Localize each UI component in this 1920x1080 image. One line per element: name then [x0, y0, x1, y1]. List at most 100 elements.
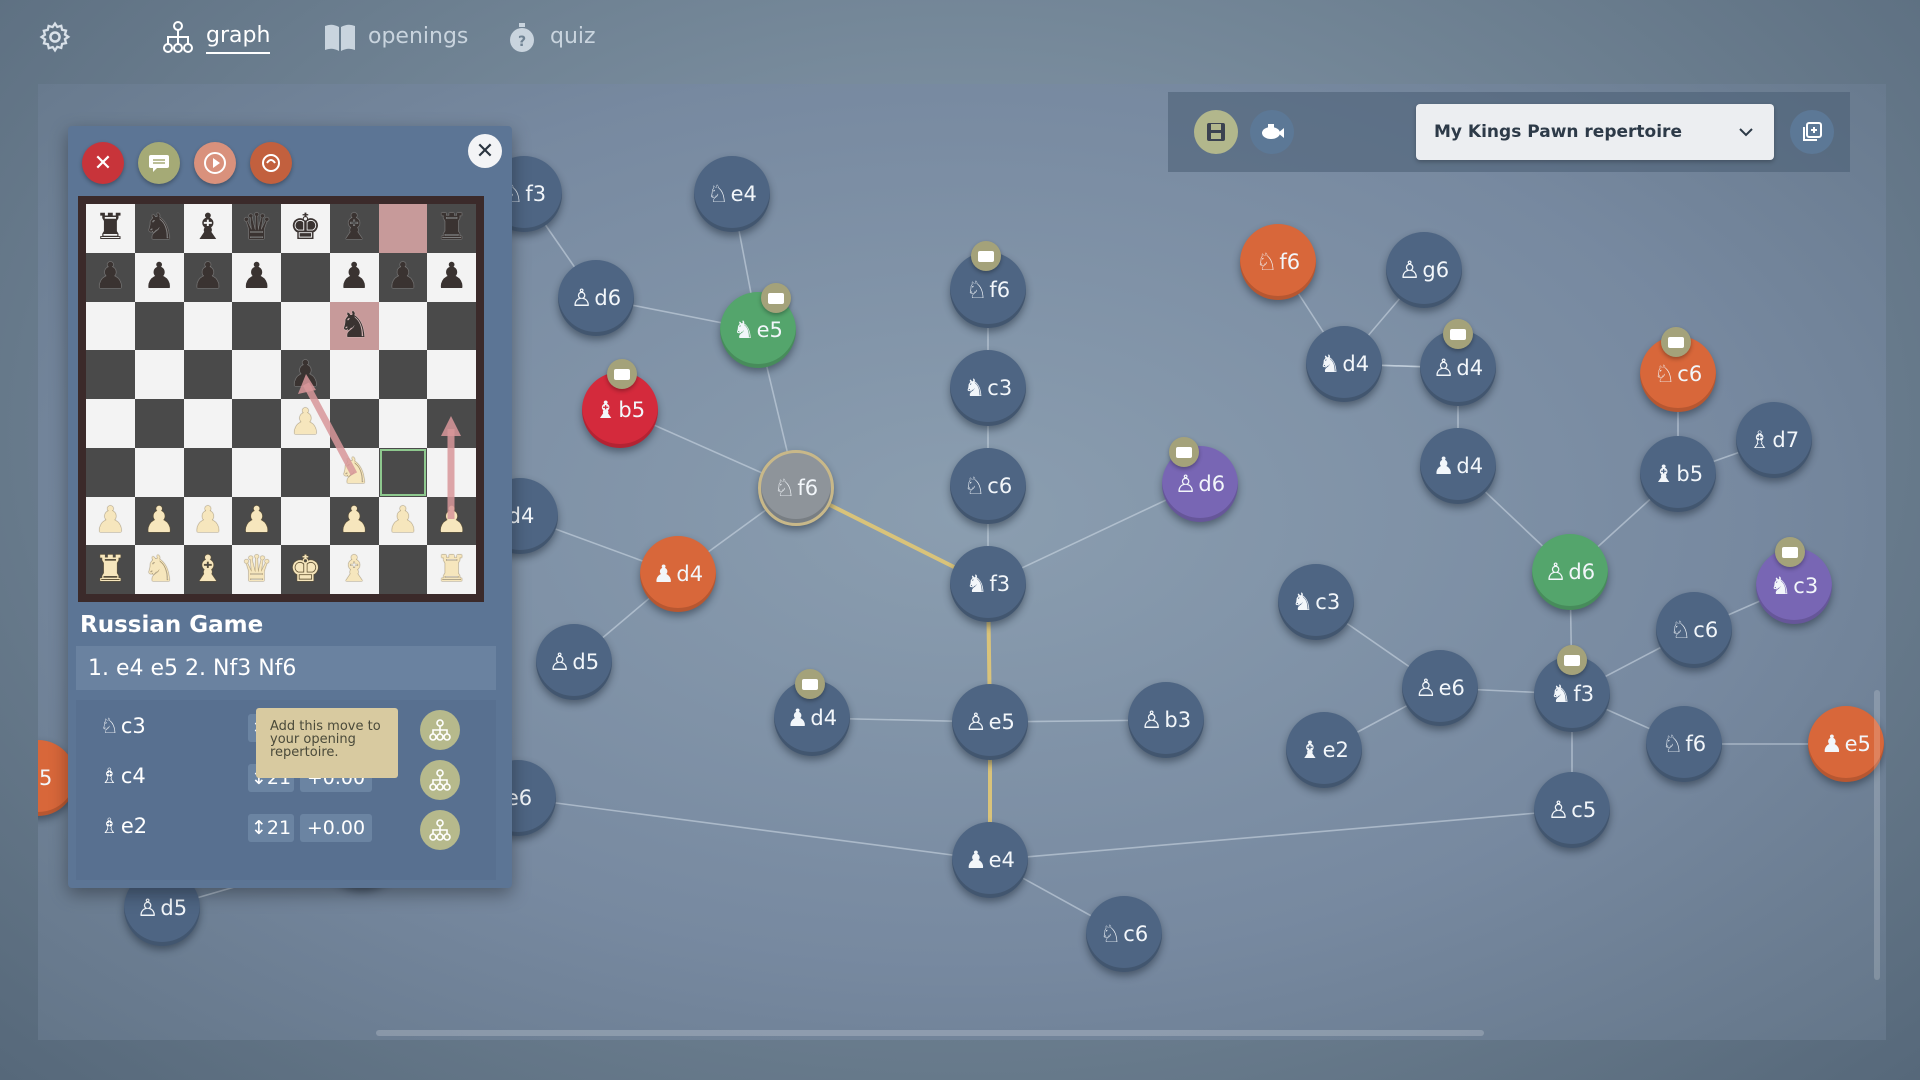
chess-piece[interactable]: ♚: [289, 551, 321, 588]
graph-node-d5[interactable]: ♙ d5: [536, 624, 612, 700]
chess-piece[interactable]: ♜: [94, 210, 126, 246]
chess-piece[interactable]: ♞: [143, 551, 175, 588]
horizontal-scrollbar[interactable]: [376, 1030, 1484, 1036]
board-square[interactable]: [329, 399, 379, 448]
comment-icon[interactable]: [1169, 437, 1199, 467]
board-square[interactable]: ♞: [134, 545, 184, 594]
graph-node-e2[interactable]: ♝ e2: [1286, 712, 1362, 788]
chess-piece[interactable]: ♞: [143, 210, 175, 246]
chess-board[interactable]: ♜ ♞ ♝ ♛ ♚ ♝ ♜ ♟ ♟ ♟ ♟ ♟ ♟ ♟ ♞ ♟ ♟ ♞ ♟ ♟ ♟ ♟ ♟ ♟ ♟ ♜ ♞ ♝ ♛ ♚ ♝ ♜: [86, 204, 476, 594]
candidate-move[interactable]: ♘ c3: [100, 714, 146, 738]
chess-piece[interactable]: ♝: [338, 551, 370, 588]
board-square[interactable]: ♟: [427, 252, 476, 302]
candidate-move-row[interactable]: ♗ e2 ↕21 +0.00: [76, 806, 496, 852]
graph-node-d7[interactable]: ♗ d7: [1736, 402, 1812, 478]
board-square[interactable]: ♚: [281, 545, 330, 594]
add-to-repertoire-button[interactable]: [420, 710, 460, 750]
chess-piece[interactable]: ♟: [192, 502, 224, 539]
board-square[interactable]: [427, 447, 476, 497]
board-square[interactable]: [281, 252, 330, 302]
repertoire-select[interactable]: My Kings Pawn repertoire: [1416, 104, 1774, 160]
chess-piece[interactable]: ♜: [435, 551, 467, 588]
board-square[interactable]: ♛: [232, 204, 281, 253]
board-square[interactable]: [378, 545, 428, 594]
board-square[interactable]: [378, 350, 428, 399]
board-square[interactable]: [183, 447, 233, 497]
board-square[interactable]: [86, 399, 135, 448]
comment-icon[interactable]: [1661, 327, 1691, 357]
board-square[interactable]: [232, 350, 281, 399]
board-square[interactable]: ♟: [329, 252, 379, 302]
graph-node-d4[interactable]: ♟ d4: [1420, 428, 1496, 504]
graph-node-c6[interactable]: ♘ c6: [1656, 592, 1732, 668]
chess-piece[interactable]: ♟: [240, 259, 272, 295]
add-to-repertoire-button[interactable]: [420, 810, 460, 850]
board-square[interactable]: ♟: [86, 496, 135, 546]
panel-close-button[interactable]: ✕: [468, 134, 502, 168]
chess-piece[interactable]: ♛: [240, 551, 272, 588]
chess-piece[interactable]: ♟: [240, 502, 272, 539]
chess-piece[interactable]: ♟: [289, 405, 321, 441]
settings-button[interactable]: [38, 20, 72, 54]
board-square[interactable]: ♟: [232, 252, 281, 302]
analysis-button[interactable]: [250, 142, 292, 184]
chess-piece[interactable]: ♚: [289, 210, 321, 246]
board-square[interactable]: [378, 399, 428, 448]
chess-piece[interactable]: ♝: [338, 210, 370, 246]
chess-piece[interactable]: ♜: [94, 551, 126, 588]
board-square[interactable]: ♟: [378, 496, 428, 546]
graph-node-c5[interactable]: ♙ c5: [1534, 772, 1610, 848]
board-square[interactable]: ♞: [329, 301, 379, 351]
board-square[interactable]: ♟: [183, 496, 233, 546]
board-square[interactable]: [232, 301, 281, 351]
board-square[interactable]: ♝: [329, 204, 379, 253]
play-button[interactable]: [194, 142, 236, 184]
tab-openings[interactable]: openings: [322, 20, 468, 56]
board-square[interactable]: [134, 350, 184, 399]
board-square[interactable]: [86, 350, 135, 399]
board-square[interactable]: ♟: [134, 496, 184, 546]
board-square[interactable]: ♜: [86, 204, 135, 253]
board-square[interactable]: ♞: [329, 447, 379, 497]
tab-graph[interactable]: graph: [160, 20, 271, 56]
graph-node-e6[interactable]: ♙ e6: [1402, 650, 1478, 726]
chess-piece[interactable]: ♞: [338, 454, 370, 490]
add-to-repertoire-button[interactable]: [420, 760, 460, 800]
board-square[interactable]: [232, 399, 281, 448]
board-square[interactable]: ♟: [232, 496, 281, 546]
board-square[interactable]: [86, 447, 135, 497]
board-square[interactable]: ♞: [134, 204, 184, 253]
board-square[interactable]: [378, 447, 428, 497]
graph-node-d6[interactable]: ♙ d6: [558, 260, 634, 336]
board-square[interactable]: ♟: [378, 252, 428, 302]
chess-piece[interactable]: ♟: [289, 356, 321, 393]
chess-piece[interactable]: ♜: [435, 210, 467, 246]
graph-node-d4[interactable]: ♟ d4: [640, 536, 716, 612]
graph-node-c6[interactable]: ♘ c6: [1086, 896, 1162, 972]
graph-node-b3[interactable]: ♙ b3: [1128, 682, 1204, 758]
board-square[interactable]: [378, 204, 428, 253]
chess-piece[interactable]: ♟: [387, 502, 419, 539]
board-square[interactable]: [232, 447, 281, 497]
chess-piece[interactable]: ♟: [435, 502, 467, 539]
board-square[interactable]: [134, 399, 184, 448]
comment-icon[interactable]: [761, 283, 791, 313]
board-square[interactable]: ♟: [329, 496, 379, 546]
comment-button[interactable]: [138, 142, 180, 184]
chess-piece[interactable]: ♝: [192, 551, 224, 588]
comment-icon[interactable]: [1557, 645, 1587, 675]
chess-piece[interactable]: ♛: [240, 210, 272, 246]
board-square[interactable]: [281, 301, 330, 351]
graph-node-f6[interactable]: ♘ f6: [758, 450, 834, 526]
board-square[interactable]: [281, 447, 330, 497]
board-square[interactable]: ♟: [134, 252, 184, 302]
delete-button[interactable]: ✕: [82, 142, 124, 184]
comment-icon[interactable]: [795, 669, 825, 699]
graph-node-g6[interactable]: ♙ g6: [1386, 232, 1462, 308]
board-square[interactable]: ♜: [427, 204, 476, 253]
chess-piece[interactable]: ♟: [338, 502, 370, 539]
graph-node-e5[interactable]: ♙ e5: [952, 684, 1028, 760]
chess-piece[interactable]: ♞: [338, 307, 370, 344]
chess-piece[interactable]: ♟: [143, 502, 175, 539]
tab-quiz[interactable]: ? quiz: [504, 20, 596, 56]
